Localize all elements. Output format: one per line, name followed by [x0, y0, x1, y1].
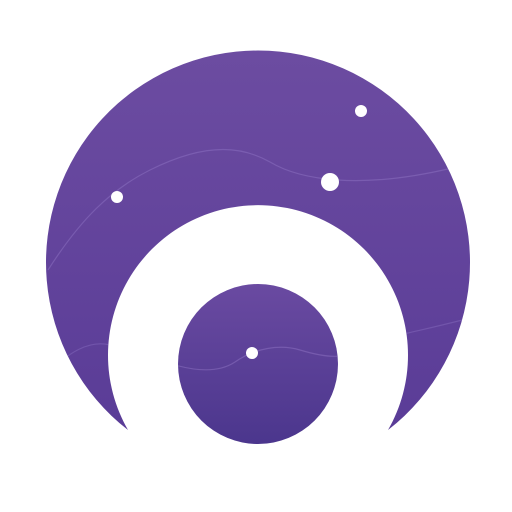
- star-icon: [246, 347, 258, 359]
- inner-planet-circle: [178, 284, 338, 444]
- star-icon: [111, 191, 123, 203]
- star-icon: [321, 173, 339, 191]
- planet-ring-logo-icon: [46, 50, 471, 444]
- logo-canvas: [0, 0, 512, 512]
- star-icon: [355, 105, 367, 117]
